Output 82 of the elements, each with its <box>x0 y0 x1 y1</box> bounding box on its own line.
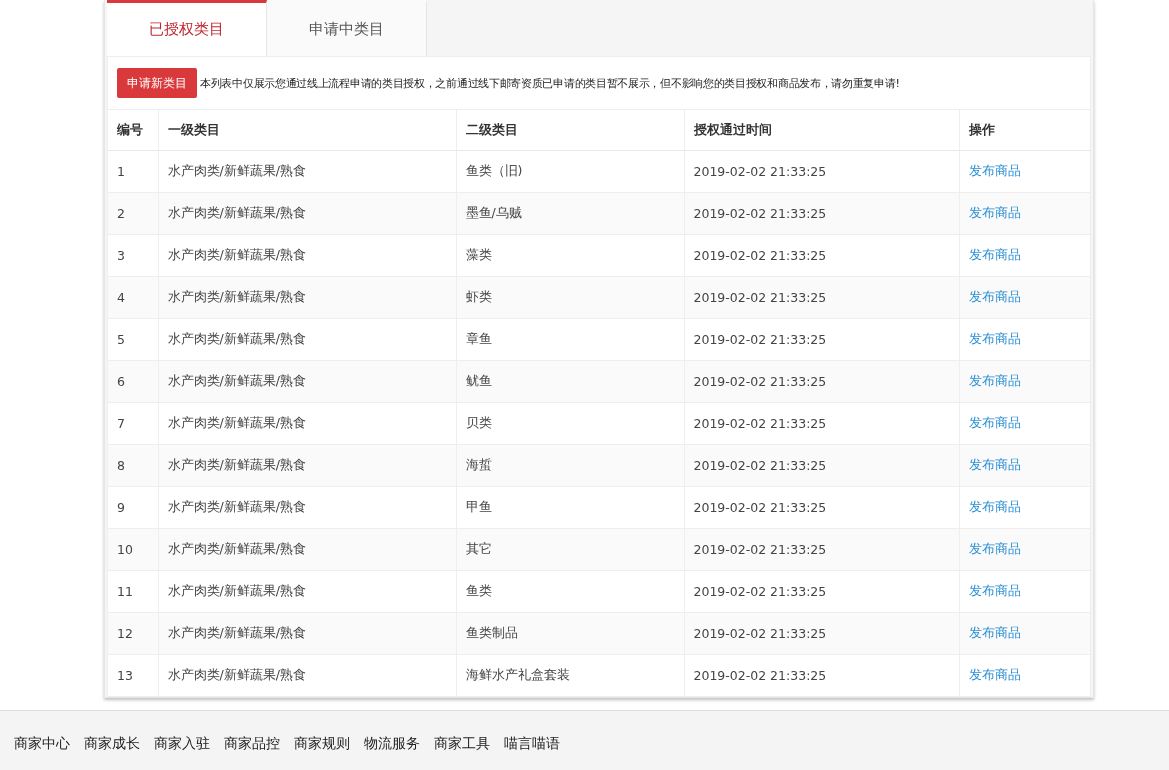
column-header: 授权通过时间 <box>684 110 959 151</box>
table-cell: 水产肉类/新鲜蔬果/熟食 <box>158 612 456 655</box>
table-cell: 海蜇 <box>456 444 684 487</box>
table-cell: 5 <box>108 318 158 361</box>
publish-product-link[interactable]: 发布商品 <box>968 541 1021 556</box>
footer-link[interactable]: 商家工具 <box>434 735 490 753</box>
apply-category-button[interactable]: 申请新类目 <box>117 68 197 98</box>
table-cell: 水产肉类/新鲜蔬果/熟食 <box>158 402 456 445</box>
publish-product-link[interactable]: 发布商品 <box>968 163 1021 178</box>
table-cell: 2019-02-02 21:33:25 <box>684 528 959 571</box>
table-cell: 13 <box>108 654 158 697</box>
table-cell: 水产肉类/新鲜蔬果/熟食 <box>158 192 456 235</box>
table-cell: 2019-02-02 21:33:25 <box>684 654 959 697</box>
table-cell: 2019-02-02 21:33:25 <box>684 276 959 319</box>
publish-product-link[interactable]: 发布商品 <box>968 415 1021 430</box>
table-cell: 2019-02-02 21:33:25 <box>684 570 959 613</box>
table-cell: 1 <box>108 150 158 193</box>
table-cell: 12 <box>108 612 158 655</box>
table-cell: 鱿鱼 <box>456 360 684 403</box>
column-header: 操作 <box>959 110 1090 151</box>
table-cell: 墨鱼/乌贼 <box>456 192 684 235</box>
footer-link[interactable]: 商家成长 <box>84 735 140 753</box>
table-cell: 水产肉类/新鲜蔬果/熟食 <box>158 528 456 571</box>
table-cell: 其它 <box>456 528 684 571</box>
table-cell: 4 <box>108 276 158 319</box>
column-header: 二级类目 <box>456 110 684 151</box>
table-cell: 水产肉类/新鲜蔬果/熟食 <box>158 654 456 697</box>
table-cell: 章鱼 <box>456 318 684 361</box>
table-cell: 2019-02-02 21:33:25 <box>684 612 959 655</box>
table-cell: 水产肉类/新鲜蔬果/熟食 <box>158 570 456 613</box>
table-cell: 水产肉类/新鲜蔬果/熟食 <box>158 150 456 193</box>
publish-product-link[interactable]: 发布商品 <box>968 667 1021 682</box>
publish-product-link[interactable]: 发布商品 <box>968 583 1021 598</box>
table-cell: 鱼类 <box>456 570 684 613</box>
publish-product-link[interactable]: 发布商品 <box>968 499 1021 514</box>
table-cell: 2019-02-02 21:33:25 <box>684 444 959 487</box>
table-cell: 鱼类制品 <box>456 612 684 655</box>
column-header: 一级类目 <box>158 110 456 151</box>
notice-text: 本列表中仅展示您通过线上流程申请的类目授权，之前通过线下邮寄资质已申请的类目暂不展示，但不影响您的类目授权和商品发布，请勿重复申请! <box>200 75 900 91</box>
table-cell: 8 <box>108 444 158 487</box>
publish-product-link[interactable]: 发布商品 <box>968 331 1021 346</box>
table-cell: 2019-02-02 21:33:25 <box>684 360 959 403</box>
footer-link[interactable]: 商家中心 <box>14 735 70 753</box>
table-cell: 2 <box>108 192 158 235</box>
table-cell: 6 <box>108 360 158 403</box>
table-cell: 鱼类（旧) <box>456 150 684 193</box>
table-cell: 贝类 <box>456 402 684 445</box>
table-cell: 2019-02-02 21:33:25 <box>684 150 959 193</box>
footer-link[interactable]: 商家品控 <box>224 735 280 753</box>
category-tab[interactable]: 申请中类目 <box>267 0 427 56</box>
table-cell: 2019-02-02 21:33:25 <box>684 486 959 529</box>
table-cell: 水产肉类/新鲜蔬果/熟食 <box>158 360 456 403</box>
publish-product-link[interactable]: 发布商品 <box>968 625 1021 640</box>
table-cell: 2019-02-02 21:33:25 <box>684 402 959 445</box>
table-cell: 水产肉类/新鲜蔬果/熟食 <box>158 486 456 529</box>
table-cell: 虾类 <box>456 276 684 319</box>
footer-link[interactable]: 喵言喵语 <box>504 735 560 753</box>
footer-link[interactable]: 商家规则 <box>294 735 350 753</box>
publish-product-link[interactable]: 发布商品 <box>968 247 1021 262</box>
category-tab[interactable]: 已授权类目 <box>107 0 267 56</box>
publish-product-link[interactable]: 发布商品 <box>968 289 1021 304</box>
table-cell: 海鲜水产礼盒套装 <box>456 654 684 697</box>
table-cell: 水产肉类/新鲜蔬果/熟食 <box>158 276 456 319</box>
table-cell: 藻类 <box>456 234 684 277</box>
footer-link[interactable]: 物流服务 <box>364 735 420 753</box>
table-cell: 2019-02-02 21:33:25 <box>684 234 959 277</box>
publish-product-link[interactable]: 发布商品 <box>968 205 1021 220</box>
publish-product-link[interactable]: 发布商品 <box>968 373 1021 388</box>
table-cell: 2019-02-02 21:33:25 <box>684 318 959 361</box>
table-cell: 水产肉类/新鲜蔬果/熟食 <box>158 318 456 361</box>
table-cell: 水产肉类/新鲜蔬果/熟食 <box>158 234 456 277</box>
column-header: 编号 <box>108 110 158 151</box>
table-cell: 7 <box>108 402 158 445</box>
table-cell: 2019-02-02 21:33:25 <box>684 192 959 235</box>
table-cell: 10 <box>108 528 158 571</box>
table-cell: 11 <box>108 570 158 613</box>
table-cell: 甲鱼 <box>456 486 684 529</box>
footer-link[interactable]: 商家入驻 <box>154 735 210 753</box>
table-cell: 水产肉类/新鲜蔬果/熟食 <box>158 444 456 487</box>
publish-product-link[interactable]: 发布商品 <box>968 457 1021 472</box>
table-cell: 9 <box>108 486 158 529</box>
table-cell: 3 <box>108 234 158 277</box>
